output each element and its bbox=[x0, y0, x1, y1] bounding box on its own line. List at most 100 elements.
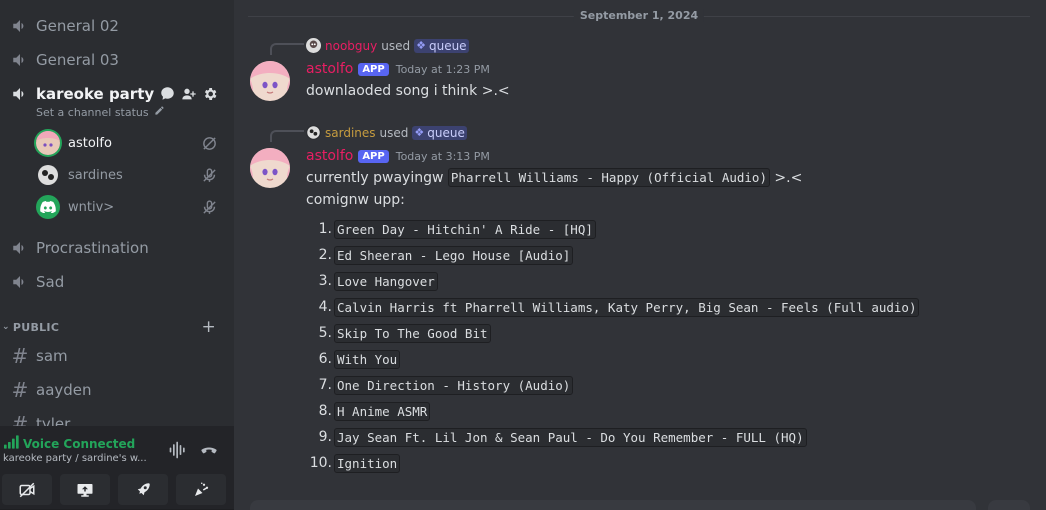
command-name: queue bbox=[428, 38, 467, 53]
slash-command-icon: ❖ bbox=[414, 126, 425, 139]
set-channel-status[interactable]: Set a channel status bbox=[36, 105, 165, 119]
queue-track: Skip To The Good Bit bbox=[334, 323, 491, 343]
voice-user-name: astolfo bbox=[68, 135, 112, 151]
queue-list: 1. Green Day - Hitchin' A Ride - [HQ] 2. E… bbox=[306, 216, 920, 476]
queue-track: With You bbox=[334, 349, 401, 369]
channel-status-text: Set a channel status bbox=[36, 105, 149, 119]
list-item: 10. Ignition bbox=[306, 450, 919, 476]
list-number: 5. bbox=[318, 325, 332, 341]
list-number: 6. bbox=[318, 351, 332, 367]
voice-channel-path[interactable]: kareoke party / sardine's w... bbox=[3, 453, 153, 464]
timestamp[interactable]: Today at 1:23 PM bbox=[396, 63, 490, 76]
camera-off-button[interactable] bbox=[2, 474, 52, 505]
speaker-icon bbox=[10, 84, 30, 104]
category-name: PUBLIC bbox=[12, 320, 60, 334]
voice-user-wntiv[interactable]: wntiv> bbox=[36, 193, 226, 221]
create-channel-icon[interactable]: + bbox=[201, 317, 216, 337]
hashtag-icon: # bbox=[11, 344, 29, 368]
invite-user-icon[interactable] bbox=[180, 85, 197, 102]
activity-rocket-button[interactable] bbox=[118, 474, 168, 505]
chevron-down-icon: ⌄ bbox=[2, 322, 10, 332]
composer-side-button[interactable] bbox=[988, 500, 1030, 510]
queue-track: Jay Sean Ft. Lil Jon & Sean Paul - Do Yo… bbox=[334, 427, 807, 447]
voice-user-name: wntiv> bbox=[68, 199, 115, 215]
list-number: 10. bbox=[309, 455, 332, 471]
author-name[interactable]: astolfo bbox=[306, 61, 353, 77]
reply-connector bbox=[270, 130, 304, 142]
screen-share-button[interactable] bbox=[60, 474, 110, 505]
queue-track: Ed Sheeran - Lego House [Audio] bbox=[334, 245, 574, 265]
author-name[interactable]: astolfo bbox=[306, 148, 353, 164]
signal-icon bbox=[4, 435, 20, 452]
speaker-icon bbox=[10, 50, 30, 70]
queue-track: One Direction - History (Audio) bbox=[334, 375, 574, 395]
voice-connection-panel: Voice Connected kareoke party / sardine'… bbox=[0, 426, 234, 510]
avatar bbox=[36, 163, 60, 187]
voice-channel-general-03[interactable]: General 03 bbox=[0, 45, 226, 75]
voice-user-sardines[interactable]: sardines bbox=[36, 161, 226, 189]
channel-name: Sad bbox=[36, 273, 65, 291]
list-item: 2. Ed Sheeran - Lego House [Audio] bbox=[306, 242, 919, 268]
voice-channel-sad[interactable]: Sad bbox=[0, 267, 226, 297]
speaker-icon bbox=[10, 272, 30, 292]
voice-channel-general-02[interactable]: General 02 bbox=[0, 11, 226, 41]
queue-track: Love Hangover bbox=[334, 271, 438, 291]
message-input[interactable] bbox=[250, 500, 976, 510]
chat-bubble-icon[interactable] bbox=[159, 85, 176, 102]
mic-muted-icon bbox=[201, 199, 218, 216]
list-number: 3. bbox=[318, 273, 332, 289]
soundboard-button[interactable] bbox=[176, 474, 226, 505]
voice-status-text: Voice Connected bbox=[23, 436, 136, 451]
message-line-now-playing: currently pwayingw Pharrell Williams - H… bbox=[306, 168, 803, 187]
noise-suppression-icon[interactable] bbox=[168, 440, 188, 460]
voice-channel-procrastination[interactable]: Procrastination bbox=[0, 233, 226, 263]
interaction-header[interactable]: sardines used ❖ queue bbox=[306, 125, 467, 140]
reply-connector bbox=[270, 43, 304, 55]
command-mention[interactable]: ❖ queue bbox=[414, 38, 469, 53]
speaker-icon bbox=[10, 238, 30, 258]
date-divider-label: September 1, 2024 bbox=[573, 9, 705, 22]
list-number: 7. bbox=[318, 377, 332, 393]
list-item: 1. Green Day - Hitchin' A Ride - [HQ] bbox=[306, 216, 919, 242]
list-number: 4. bbox=[318, 299, 332, 315]
reply-username[interactable]: sardines bbox=[325, 126, 376, 140]
interaction-header[interactable]: noobguy used ❖ queue bbox=[306, 38, 469, 53]
message-line-upcoming: comignw upp: bbox=[306, 192, 405, 208]
author-avatar[interactable] bbox=[250, 61, 290, 101]
list-number: 1. bbox=[318, 221, 332, 237]
queue-track: Calvin Harris ft Pharrell Williams, Katy… bbox=[334, 297, 920, 317]
voice-user-astolfo[interactable]: astolfo bbox=[36, 129, 226, 157]
text-channel-sam[interactable]: # sam bbox=[0, 341, 226, 371]
list-item: 4. Calvin Harris ft Pharrell Williams, Ka… bbox=[306, 294, 920, 320]
timestamp[interactable]: Today at 3:13 PM bbox=[396, 150, 490, 163]
app-badge: APP bbox=[358, 149, 389, 163]
list-item: 9. Jay Sean Ft. Lil Jon & Sean Paul - Do … bbox=[306, 424, 919, 450]
channel-name: General 02 bbox=[36, 17, 119, 35]
text-channel-aayden[interactable]: # aayden bbox=[0, 375, 226, 405]
queue-track: H Anime ASMR bbox=[334, 401, 431, 421]
hashtag-icon: # bbox=[11, 378, 29, 402]
camera-off-icon bbox=[201, 135, 218, 152]
category-public[interactable]: ⌄ PUBLIC + bbox=[0, 317, 226, 337]
channel-name: aayden bbox=[36, 381, 92, 399]
now-playing-prefix: currently pwayingw bbox=[306, 170, 444, 186]
reply-username[interactable]: noobguy bbox=[325, 39, 377, 53]
disconnect-icon[interactable] bbox=[198, 440, 220, 460]
author-avatar[interactable] bbox=[250, 148, 290, 188]
now-playing-suffix: >.< bbox=[774, 170, 803, 186]
avatar bbox=[36, 195, 60, 219]
gear-icon[interactable] bbox=[201, 85, 218, 102]
list-item: 7. One Direction - History (Audio) bbox=[306, 372, 919, 398]
voice-status[interactable]: Voice Connected bbox=[4, 435, 135, 452]
avatar bbox=[306, 38, 321, 53]
command-mention[interactable]: ❖ queue bbox=[412, 125, 467, 140]
list-item: 8. H Anime ASMR bbox=[306, 398, 919, 424]
list-number: 8. bbox=[318, 403, 332, 419]
list-item: 6. With You bbox=[306, 346, 919, 372]
channel-name: Procrastination bbox=[36, 239, 149, 257]
date-divider: September 1, 2024 bbox=[248, 9, 1030, 22]
pencil-icon bbox=[154, 105, 165, 119]
list-number: 2. bbox=[318, 247, 332, 263]
app-badge: APP bbox=[358, 62, 389, 76]
channel-name: General 03 bbox=[36, 51, 119, 69]
